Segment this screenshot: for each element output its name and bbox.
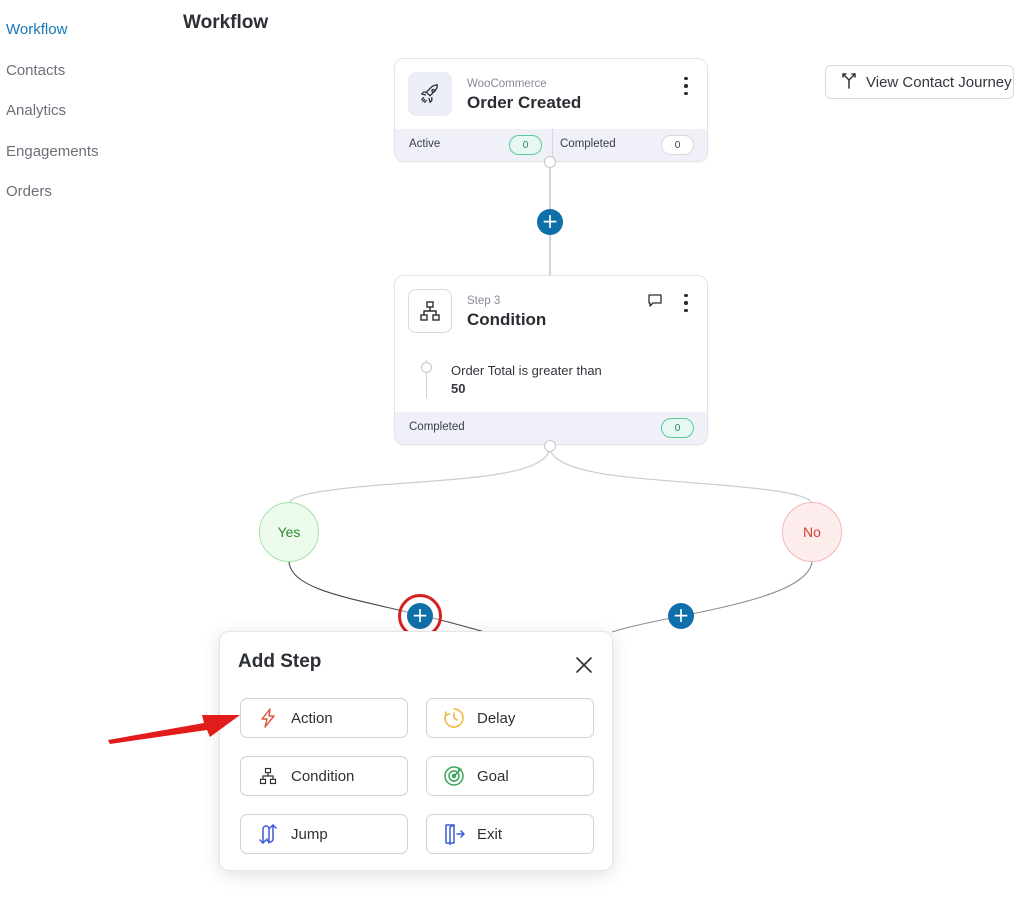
condition-rule-text: Order Total is greater than xyxy=(451,363,602,378)
clock-icon xyxy=(443,707,465,729)
add-step-button-yes[interactable]: + xyxy=(407,603,433,629)
condition-rule: Order Total is greater than 50 xyxy=(451,362,602,398)
condition-step-number: Step 3 xyxy=(467,295,501,307)
completed-label: Completed xyxy=(560,138,616,150)
trigger-card[interactable]: WooCommerce Order Created Active 0 Compl… xyxy=(394,58,708,162)
delay-label: Delay xyxy=(477,709,516,727)
condition-icon xyxy=(408,289,452,333)
add-goal-option[interactable]: Goal xyxy=(426,756,594,796)
add-condition-option[interactable]: Condition xyxy=(240,756,408,796)
annotation-arrow-icon xyxy=(108,715,240,744)
completed-count-badge: 0 xyxy=(661,135,694,155)
add-delay-option[interactable]: Delay xyxy=(426,698,594,738)
condition-label: Condition xyxy=(291,767,355,785)
goal-label: Goal xyxy=(477,767,509,785)
exit-label: Exit xyxy=(477,825,503,843)
branch-no[interactable]: No xyxy=(782,502,842,562)
trigger-more-icon[interactable] xyxy=(681,77,691,95)
condition-completed-badge: 0 xyxy=(661,418,694,438)
condition-option-icon xyxy=(257,765,279,787)
add-step-title: Add Step xyxy=(238,651,322,672)
trigger-title: Order Created xyxy=(467,93,582,112)
close-icon[interactable] xyxy=(575,656,593,679)
action-label: Action xyxy=(291,709,333,727)
jump-label: Jump xyxy=(291,825,328,843)
jump-icon xyxy=(257,823,279,845)
trigger-output-port[interactable] xyxy=(544,156,556,168)
condition-rule-value: 50 xyxy=(451,381,466,396)
comment-icon[interactable] xyxy=(647,292,663,313)
condition-card[interactable]: Step 3 Condition Order Total is greater … xyxy=(394,275,708,445)
add-exit-option[interactable]: Exit xyxy=(426,814,594,854)
add-jump-option[interactable]: Jump xyxy=(240,814,408,854)
condition-title: Condition xyxy=(467,310,547,329)
lightning-icon xyxy=(257,707,279,729)
active-label: Active xyxy=(409,138,441,150)
condition-output-port[interactable] xyxy=(544,440,556,452)
condition-more-icon[interactable] xyxy=(681,294,691,312)
branch-yes[interactable]: Yes xyxy=(259,502,319,562)
add-action-option[interactable]: Action xyxy=(240,698,408,738)
target-icon xyxy=(443,765,465,787)
condition-completed-label: Completed xyxy=(409,421,465,433)
exit-icon xyxy=(443,823,465,845)
trigger-source: WooCommerce xyxy=(467,78,547,90)
add-step-popup: Add Step Action Delay Condition Goal Jum… xyxy=(219,631,613,871)
active-count-badge: 0 xyxy=(509,135,542,155)
add-step-button-no[interactable]: + xyxy=(668,603,694,629)
add-step-button-top[interactable]: + xyxy=(537,209,563,235)
rocket-icon xyxy=(408,72,452,116)
